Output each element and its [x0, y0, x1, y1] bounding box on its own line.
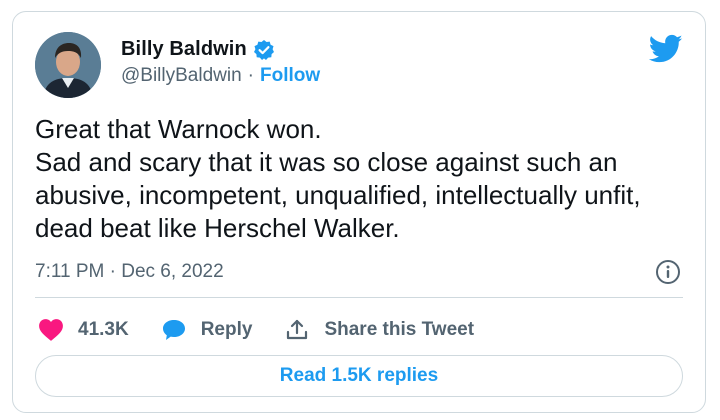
- verified-badge-icon: [253, 39, 275, 61]
- tweet-card: Billy Baldwin @BillyBaldwin · Follow Gre…: [12, 11, 706, 413]
- tweet-line: Great that Warnock won.: [35, 114, 322, 144]
- separator-dot: ·: [247, 65, 254, 86]
- like-button[interactable]: 41.3K: [38, 317, 129, 343]
- reply-bubble-icon: [161, 317, 187, 343]
- reply-label: Reply: [200, 319, 253, 340]
- heart-icon: [38, 317, 64, 343]
- tweet-line: Sad and scary that it was so close again…: [35, 147, 618, 177]
- author-name[interactable]: Billy Baldwin: [121, 38, 247, 61]
- like-count: 41.3K: [78, 319, 129, 340]
- share-icon: [284, 317, 310, 343]
- divider: [35, 297, 683, 298]
- twitter-bird-icon[interactable]: [648, 34, 683, 64]
- author-handle[interactable]: @BillyBaldwin: [121, 65, 242, 87]
- info-icon[interactable]: [655, 259, 681, 285]
- tweet-timestamp[interactable]: 7:11 PM · Dec 6, 2022: [35, 261, 224, 283]
- reply-button[interactable]: Reply: [161, 317, 253, 343]
- follow-link[interactable]: Follow: [260, 65, 320, 87]
- avatar[interactable]: [35, 32, 101, 98]
- read-replies-button[interactable]: Read 1.5K replies: [35, 355, 683, 397]
- share-button[interactable]: Share this Tweet: [284, 317, 474, 343]
- author-handle-row: @BillyBaldwin · Follow: [121, 65, 320, 87]
- tweet-line: dead beat like Herschel Walker.: [35, 213, 400, 243]
- tweet-line: abusive, incompetent, unqualified, intel…: [35, 180, 641, 210]
- author-name-row: Billy Baldwin: [121, 38, 275, 61]
- share-label: Share this Tweet: [324, 319, 475, 340]
- tweet-text: Great that Warnock won. Sad and scary th…: [35, 113, 695, 245]
- tweet-actions: 41.3K Reply Share this Tweet: [38, 316, 506, 344]
